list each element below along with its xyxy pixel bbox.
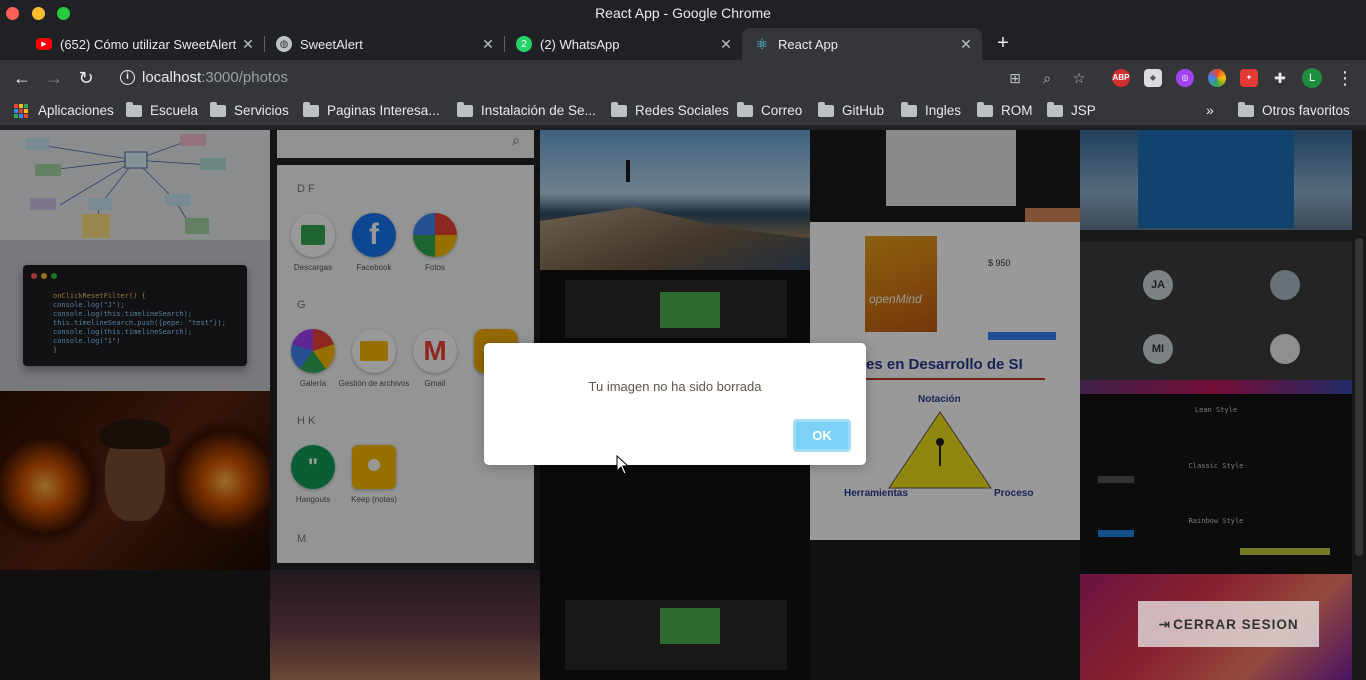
address-bar[interactable]: i localhost:3000/photos ⊞ ⌕ ☆ xyxy=(110,64,1102,92)
browser-toolbar: ← → ↻ i localhost:3000/photos ⊞ ⌕ ☆ ABP … xyxy=(0,60,1366,96)
bookmark-other-favorites[interactable]: Otros favoritos xyxy=(1238,101,1350,118)
back-button[interactable]: ← xyxy=(10,66,34,90)
sweetalert-modal: Tu imagen no ha sido borrada OK xyxy=(484,343,866,465)
folder-icon xyxy=(210,101,226,117)
star-icon[interactable]: ☆ xyxy=(1070,69,1088,87)
window-title: React App - Google Chrome xyxy=(595,5,771,21)
forward-button[interactable]: → xyxy=(42,66,66,90)
folder-icon xyxy=(1047,101,1063,117)
red-extension-icon[interactable]: ✦ xyxy=(1240,69,1258,87)
bookmark-label: Otros favoritos xyxy=(1262,103,1350,118)
tab-label: (2) WhatsApp xyxy=(540,36,620,52)
cube-icon[interactable]: ◆ xyxy=(1144,69,1162,87)
tab-label: React App xyxy=(778,36,838,52)
close-tab-icon[interactable]: ✕ xyxy=(716,36,736,53)
zoom-icon[interactable]: ⌕ xyxy=(1038,69,1056,87)
folder-icon xyxy=(737,101,753,117)
folder-icon xyxy=(1238,101,1254,117)
new-tab-button[interactable]: + xyxy=(992,32,1014,54)
react-icon: ⚛ xyxy=(755,35,769,52)
alert-message: Tu imagen no ha sido borrada xyxy=(588,379,762,394)
puzzle-icon[interactable]: ✚ xyxy=(1271,69,1289,87)
ok-button[interactable]: OK xyxy=(793,419,851,452)
purple-extension-icon[interactable]: ◎ xyxy=(1176,69,1194,87)
translate-icon[interactable]: ⊞ xyxy=(1006,69,1024,87)
bookmark-label: GitHub xyxy=(842,103,885,118)
bookmark-folder[interactable]: Instalación de Se... xyxy=(457,101,596,118)
bookmark-folder[interactable]: ROM xyxy=(977,101,1033,118)
close-tab-icon[interactable]: ✕ xyxy=(956,36,976,53)
folder-icon xyxy=(303,101,319,117)
folder-icon xyxy=(611,101,627,117)
site-info-icon[interactable]: i xyxy=(120,70,135,85)
bookmarks-overflow-button[interactable]: » xyxy=(1206,102,1214,118)
logout-button[interactable]: ⇥ CERRAR SESION xyxy=(1138,601,1319,647)
tab-youtube[interactable]: ▶ (652) Cómo utilizar SweetAlert ✕ xyxy=(24,28,264,60)
bookmark-folder[interactable]: Servicios xyxy=(210,101,289,118)
whatsapp-icon: 2 xyxy=(516,36,532,52)
bookmark-label: Servicios xyxy=(234,103,289,118)
folder-icon xyxy=(977,101,993,117)
bookmark-folder[interactable]: Paginas Interesa... xyxy=(303,101,440,118)
bookmark-label: Paginas Interesa... xyxy=(327,103,440,118)
bookmark-folder[interactable]: GitHub xyxy=(818,101,885,118)
tab-label: (652) Cómo utilizar SweetAlert xyxy=(60,36,237,52)
tab-sweetalert[interactable]: ◍ SweetAlert ✕ xyxy=(264,28,504,60)
bookmark-label: JSP xyxy=(1071,103,1096,118)
bookmark-folder[interactable]: Redes Sociales xyxy=(611,101,729,118)
bookmark-label: Correo xyxy=(761,103,803,118)
bookmark-folder[interactable]: Escuela xyxy=(126,101,199,118)
mouse-cursor-icon xyxy=(616,455,630,475)
folder-icon xyxy=(901,101,917,117)
url-text[interactable]: localhost:3000/photos xyxy=(142,69,288,86)
folder-icon xyxy=(457,101,473,117)
bookmarks-bar: Aplicaciones Escuela Servicios Paginas I… xyxy=(0,96,1366,126)
close-tab-icon[interactable]: ✕ xyxy=(238,36,258,53)
browser-titlebar: React App - Google Chrome ▶ (652) Cómo u… xyxy=(0,0,1366,60)
bookmark-folder[interactable]: Ingles xyxy=(901,101,962,118)
folder-icon xyxy=(126,101,142,117)
bookmark-label: Redes Sociales xyxy=(635,103,729,118)
bookmark-label: Instalación de Se... xyxy=(481,103,596,118)
close-tab-icon[interactable]: ✕ xyxy=(478,36,498,53)
profile-avatar[interactable]: L xyxy=(1302,68,1322,88)
reload-button[interactable]: ↻ xyxy=(74,66,98,90)
folder-icon xyxy=(818,101,834,117)
logout-label: CERRAR SESION xyxy=(1173,616,1299,632)
apps-grid-icon xyxy=(14,103,28,118)
chrome-menu-icon[interactable]: ⋮ xyxy=(1336,66,1354,90)
tab-whatsapp[interactable]: 2 (2) WhatsApp ✕ xyxy=(504,28,742,60)
tab-label: SweetAlert xyxy=(300,36,363,52)
bookmark-folder[interactable]: Correo xyxy=(737,101,803,118)
bookmark-label: Ingles xyxy=(925,103,962,118)
bookmark-folder[interactable]: JSP xyxy=(1047,101,1096,118)
url-path: :3000/photos xyxy=(201,69,288,86)
bookmark-label: ROM xyxy=(1001,103,1033,118)
bookmark-label: Aplicaciones xyxy=(38,103,114,118)
sign-out-icon: ⇥ xyxy=(1158,615,1172,632)
adblock-icon[interactable]: ABP xyxy=(1112,69,1130,87)
bookmark-label: Escuela xyxy=(150,103,199,118)
globe-icon: ◍ xyxy=(276,36,292,52)
tab-react-app[interactable]: ⚛ React App ✕ xyxy=(742,28,982,60)
url-host: localhost xyxy=(142,69,202,86)
bookmark-apps[interactable]: Aplicaciones xyxy=(14,103,114,118)
color-ring-icon[interactable] xyxy=(1208,69,1226,87)
youtube-icon: ▶ xyxy=(36,38,52,50)
